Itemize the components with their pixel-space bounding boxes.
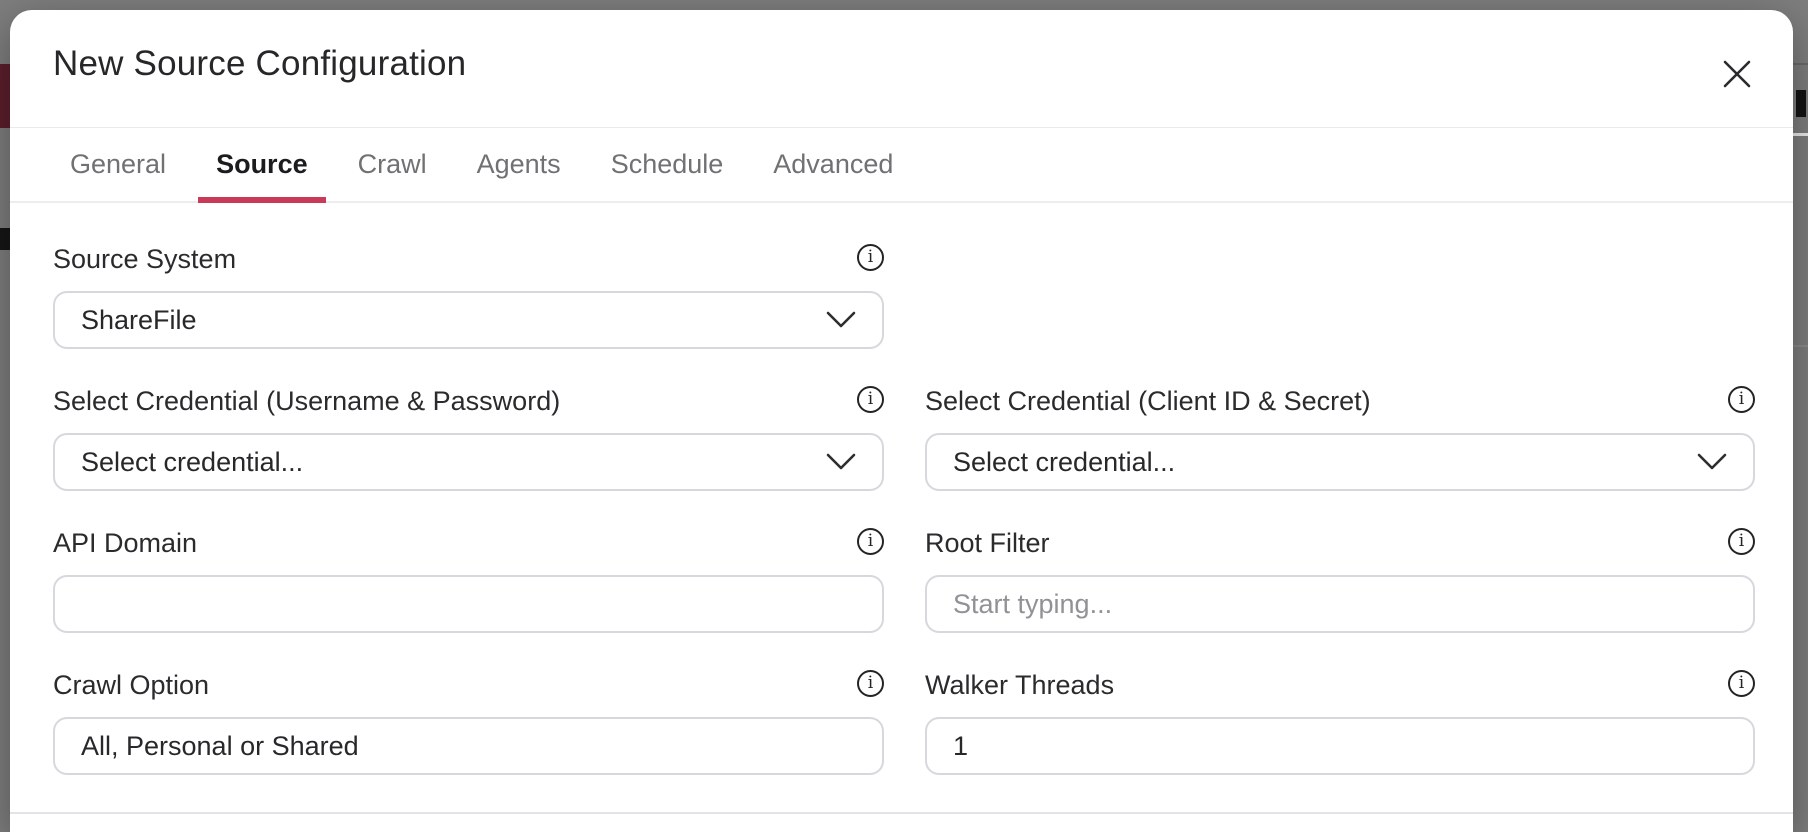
walker-threads-input[interactable]: 1 bbox=[925, 717, 1755, 775]
close-icon bbox=[1723, 60, 1751, 88]
new-source-configuration-dialog: New Source Configuration General Source … bbox=[10, 10, 1793, 832]
field-text: ShareFile bbox=[81, 305, 197, 336]
field-label-row: Walker Threads i bbox=[925, 669, 1755, 701]
tab-advanced[interactable]: Advanced bbox=[755, 128, 911, 201]
tab-crawl[interactable]: Crawl bbox=[340, 128, 445, 201]
dialog-tabbar: General Source Crawl Agents Schedule Adv… bbox=[10, 128, 1793, 203]
tab-general[interactable]: General bbox=[52, 128, 184, 201]
crawl-option-field-group: Crawl Option i All, Personal or Shared bbox=[53, 669, 884, 775]
background-left-accent-strip bbox=[0, 64, 10, 128]
source-system-field-group: Source System i ShareFile bbox=[53, 243, 884, 349]
field-text: All, Personal or Shared bbox=[81, 731, 359, 762]
info-icon[interactable]: i bbox=[1728, 386, 1755, 413]
field-text: Select credential... bbox=[81, 447, 303, 478]
field-label: Crawl Option bbox=[53, 669, 209, 701]
background-right-line bbox=[1793, 133, 1808, 136]
background-right-line bbox=[1793, 345, 1808, 347]
field-label-row: Select Credential (Username & Password) … bbox=[53, 385, 884, 417]
chevron-down-icon bbox=[826, 311, 856, 329]
field-label-row: Crawl Option i bbox=[53, 669, 884, 701]
tab-agents[interactable]: Agents bbox=[459, 128, 579, 201]
credential-username-password-dropdown[interactable]: Select credential... bbox=[53, 433, 884, 491]
chevron-down-icon bbox=[826, 453, 856, 471]
api-domain-field-group: API Domain i bbox=[53, 527, 884, 633]
dialog-header: New Source Configuration bbox=[10, 10, 1793, 128]
form-content: Source System i ShareFile Select Credent… bbox=[10, 203, 1793, 775]
field-label: Source System bbox=[53, 243, 236, 275]
credential-username-password-field-group: Select Credential (Username & Password) … bbox=[53, 385, 884, 491]
credential-client-id-secret-dropdown[interactable]: Select credential... bbox=[925, 433, 1755, 491]
footer-divider bbox=[10, 812, 1793, 814]
field-label-row: Root Filter i bbox=[925, 527, 1755, 559]
background-left-dark-strip bbox=[0, 228, 10, 250]
field-label: Select Credential (Client ID & Secret) bbox=[925, 385, 1371, 417]
field-label: Root Filter bbox=[925, 527, 1050, 559]
root-filter-field-group: Root Filter i Start typing... bbox=[925, 527, 1755, 633]
dialog-title: New Source Configuration bbox=[53, 44, 466, 84]
field-label: API Domain bbox=[53, 527, 197, 559]
tab-label: Crawl bbox=[358, 149, 427, 180]
info-icon[interactable]: i bbox=[857, 528, 884, 555]
walker-threads-field-group: Walker Threads i 1 bbox=[925, 669, 1755, 775]
tab-label: Source bbox=[216, 149, 308, 180]
background-right-dash bbox=[1796, 90, 1806, 117]
field-label-row: API Domain i bbox=[53, 527, 884, 559]
info-icon[interactable]: i bbox=[857, 670, 884, 697]
crawl-option-input[interactable]: All, Personal or Shared bbox=[53, 717, 884, 775]
tab-source[interactable]: Source bbox=[198, 128, 326, 201]
background-right-line bbox=[1793, 63, 1808, 65]
chevron-down-icon bbox=[1697, 453, 1727, 471]
credential-client-id-secret-field-group: Select Credential (Client ID & Secret) i… bbox=[925, 385, 1755, 491]
info-icon[interactable]: i bbox=[1728, 528, 1755, 555]
field-label: Walker Threads bbox=[925, 669, 1114, 701]
field-text: 1 bbox=[953, 731, 968, 762]
tab-label: Agents bbox=[477, 149, 561, 180]
close-button[interactable] bbox=[1717, 54, 1757, 94]
tab-label: General bbox=[70, 149, 166, 180]
tab-schedule[interactable]: Schedule bbox=[593, 128, 742, 201]
info-icon[interactable]: i bbox=[1728, 670, 1755, 697]
tab-label: Advanced bbox=[773, 149, 893, 180]
info-icon[interactable]: i bbox=[857, 386, 884, 413]
field-text: Select credential... bbox=[953, 447, 1175, 478]
field-label-row: Select Credential (Client ID & Secret) i bbox=[925, 385, 1755, 417]
source-system-dropdown[interactable]: ShareFile bbox=[53, 291, 884, 349]
field-label: Select Credential (Username & Password) bbox=[53, 385, 560, 417]
tab-label: Schedule bbox=[611, 149, 724, 180]
info-icon[interactable]: i bbox=[857, 244, 884, 271]
field-text: Start typing... bbox=[953, 589, 1112, 620]
api-domain-input[interactable] bbox=[53, 575, 884, 633]
root-filter-input[interactable]: Start typing... bbox=[925, 575, 1755, 633]
field-label-row: Source System i bbox=[53, 243, 884, 275]
